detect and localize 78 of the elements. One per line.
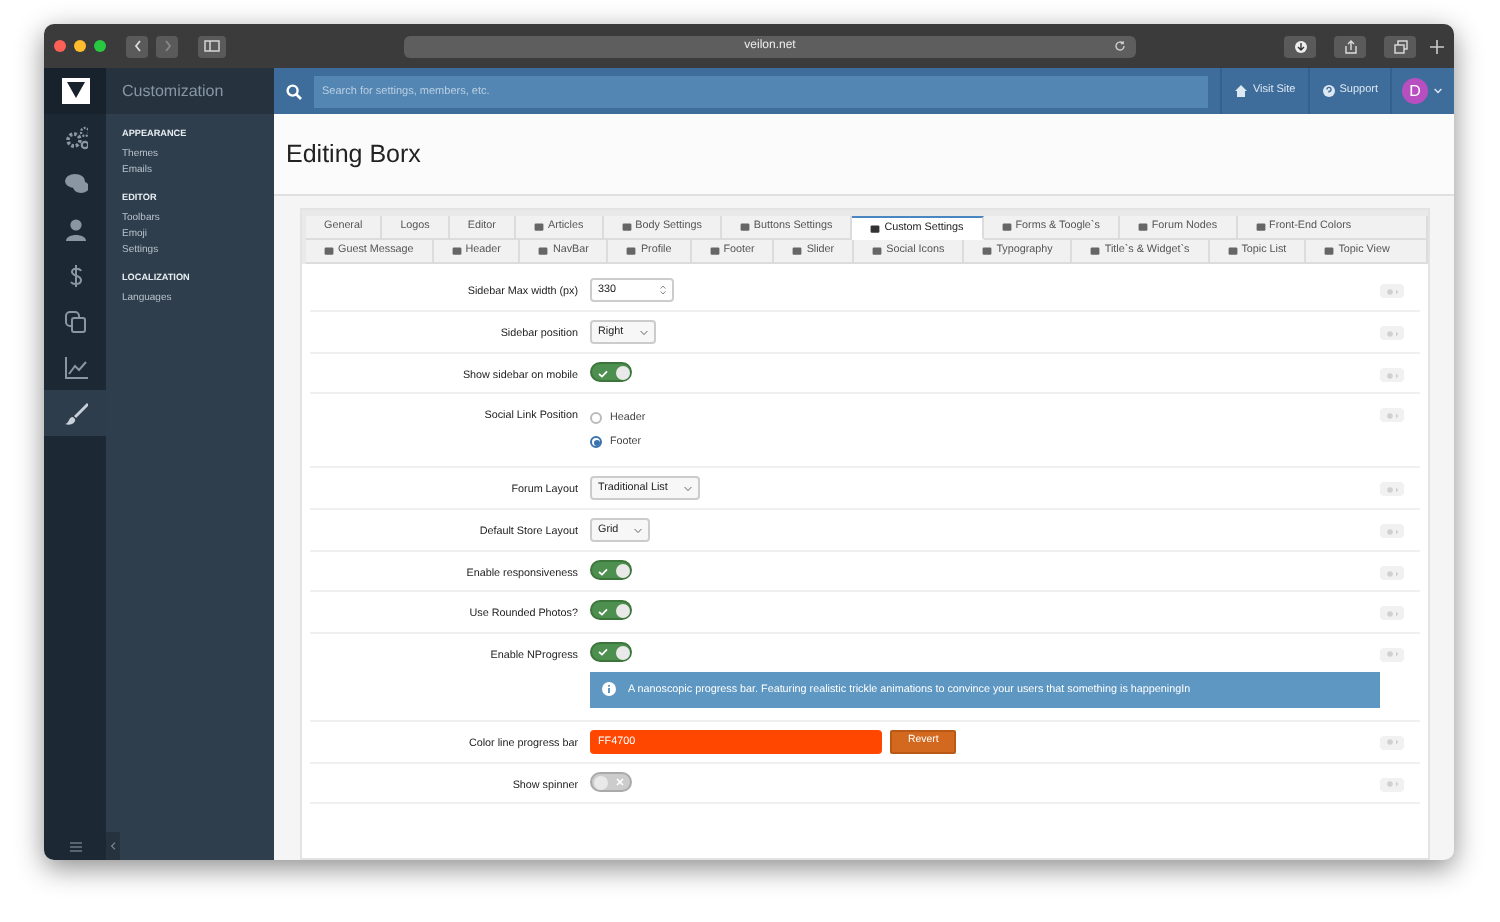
square-icon	[739, 222, 750, 232]
sidebar-button[interactable]	[198, 35, 226, 57]
gear-icon	[1385, 329, 1399, 337]
chevron-down-icon	[683, 485, 692, 492]
page-title: Editing Borx	[274, 114, 1454, 196]
plus-icon[interactable]	[1430, 39, 1444, 53]
toggle-switch[interactable]	[590, 600, 632, 621]
check-icon	[598, 648, 608, 657]
gear-icon	[1385, 371, 1399, 379]
download-icon	[1293, 39, 1307, 53]
square-icon	[982, 246, 993, 256]
forward-button[interactable]	[156, 35, 178, 57]
square-icon	[1255, 222, 1266, 232]
info-icon	[602, 682, 616, 697]
gear-icon	[1385, 650, 1399, 659]
radio-button[interactable]	[590, 436, 602, 449]
home-icon	[1234, 84, 1249, 98]
menu-icon[interactable]	[69, 841, 81, 851]
gear-icon	[1385, 738, 1399, 747]
download-button[interactable]	[1284, 35, 1316, 57]
radio-button[interactable]	[590, 412, 602, 425]
gear-icon	[1385, 780, 1399, 789]
brush-icon	[63, 401, 87, 425]
chevron-down-icon	[634, 527, 643, 534]
square-icon	[792, 246, 803, 256]
cross-icon	[616, 778, 624, 787]
gear-icon	[1385, 287, 1399, 295]
share-button[interactable]	[1334, 35, 1366, 57]
gear-icon	[1385, 411, 1399, 420]
tabs-icon	[1393, 39, 1407, 53]
reload-icon[interactable]	[1114, 40, 1126, 52]
toggle-switch[interactable]	[590, 362, 632, 382]
square-icon	[533, 222, 544, 232]
sidebar-icon	[204, 40, 220, 52]
square-icon	[324, 246, 334, 256]
square-icon	[870, 223, 881, 233]
square-icon	[1227, 246, 1238, 256]
share-icon	[1343, 39, 1357, 53]
chevron-down-icon	[639, 329, 648, 335]
avatar[interactable]: D	[1402, 78, 1428, 104]
tabs-button[interactable]	[1384, 35, 1416, 57]
spinner-arrows-icon	[660, 284, 666, 296]
logo-icon	[61, 78, 89, 104]
rail-item[interactable]	[44, 390, 106, 436]
gear-icon	[1385, 485, 1399, 494]
toggle-switch[interactable]	[590, 771, 632, 792]
gear-icon	[1385, 609, 1399, 618]
square-icon	[1001, 222, 1012, 232]
square-icon	[626, 246, 637, 256]
square-icon	[1137, 222, 1148, 232]
square-icon	[538, 246, 549, 256]
copies-icon	[63, 309, 87, 333]
back-button[interactable]	[126, 35, 148, 57]
square-icon	[1324, 246, 1335, 256]
gear-icon	[1385, 527, 1399, 536]
check-icon	[598, 369, 608, 377]
square-icon	[1090, 246, 1101, 256]
chevron-left-icon	[133, 40, 141, 52]
chevron-right-icon	[163, 40, 171, 52]
toggle-switch[interactable]	[590, 560, 632, 581]
sidebar-title: Customization	[106, 68, 274, 114]
square-icon	[621, 222, 632, 232]
collapse-button[interactable]	[106, 832, 120, 860]
search-icon	[286, 83, 302, 99]
square-icon	[451, 246, 462, 256]
caret-down-icon	[1434, 88, 1442, 94]
toggle-switch[interactable]	[590, 641, 632, 662]
help-icon	[1321, 84, 1336, 98]
chevron-left-icon	[110, 842, 116, 850]
square-icon	[709, 246, 720, 256]
line-chart-icon	[63, 355, 87, 379]
gear-icon	[1385, 569, 1399, 578]
user-icon	[63, 217, 87, 241]
square-icon	[872, 246, 883, 256]
check-icon	[598, 607, 608, 616]
chat-icon	[63, 171, 87, 195]
gears-icon	[63, 125, 87, 149]
check-icon	[598, 567, 608, 576]
